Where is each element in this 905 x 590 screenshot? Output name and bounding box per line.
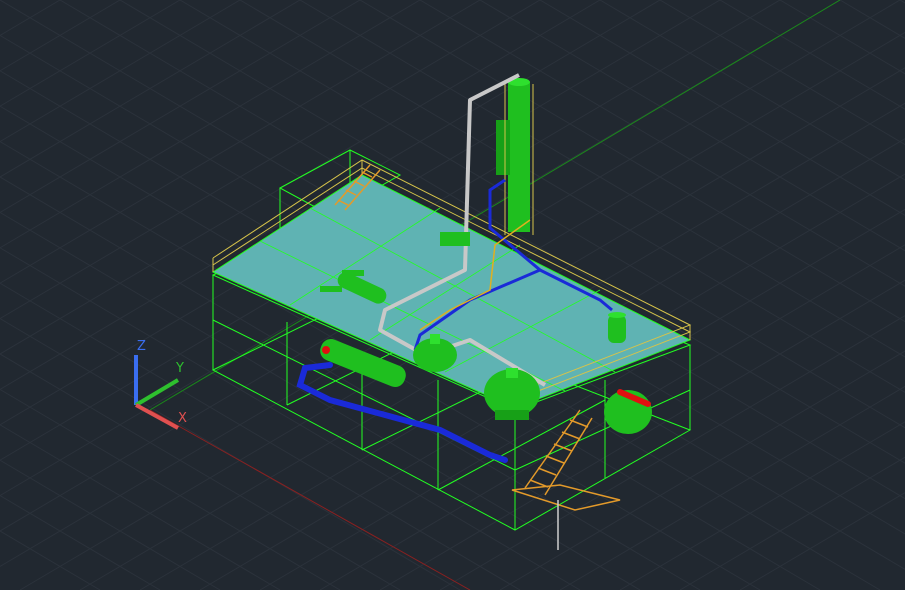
ucs-z-label: Z [137, 339, 146, 354]
grid-line [679, 456, 905, 590]
grid-line [899, 0, 905, 4]
ucs-y-label: Y [175, 361, 184, 376]
world-x-axis-line [149, 409, 471, 590]
grid-line [659, 0, 905, 146]
ucs-x-label: X [178, 411, 187, 426]
distillation-column [496, 78, 534, 235]
grid-line [779, 0, 905, 75]
reflux-drum [608, 312, 626, 343]
grid-line [719, 0, 905, 110]
deck-pump [440, 232, 470, 246]
drawing-viewport[interactable]: Z Y X [0, 0, 905, 590]
ucs-icon: Z Y X [134, 339, 187, 430]
grid-line [0, 0, 301, 178]
grid-line [0, 0, 121, 72]
grid-line [619, 421, 905, 590]
grid-line [0, 0, 241, 143]
horizontal-accumulator [604, 389, 652, 434]
model-space-canvas[interactable]: Z Y X [0, 0, 905, 590]
ucs-x-axis [135, 403, 179, 430]
ucs-y-axis [134, 378, 180, 407]
main-deck-platform [211, 174, 692, 409]
